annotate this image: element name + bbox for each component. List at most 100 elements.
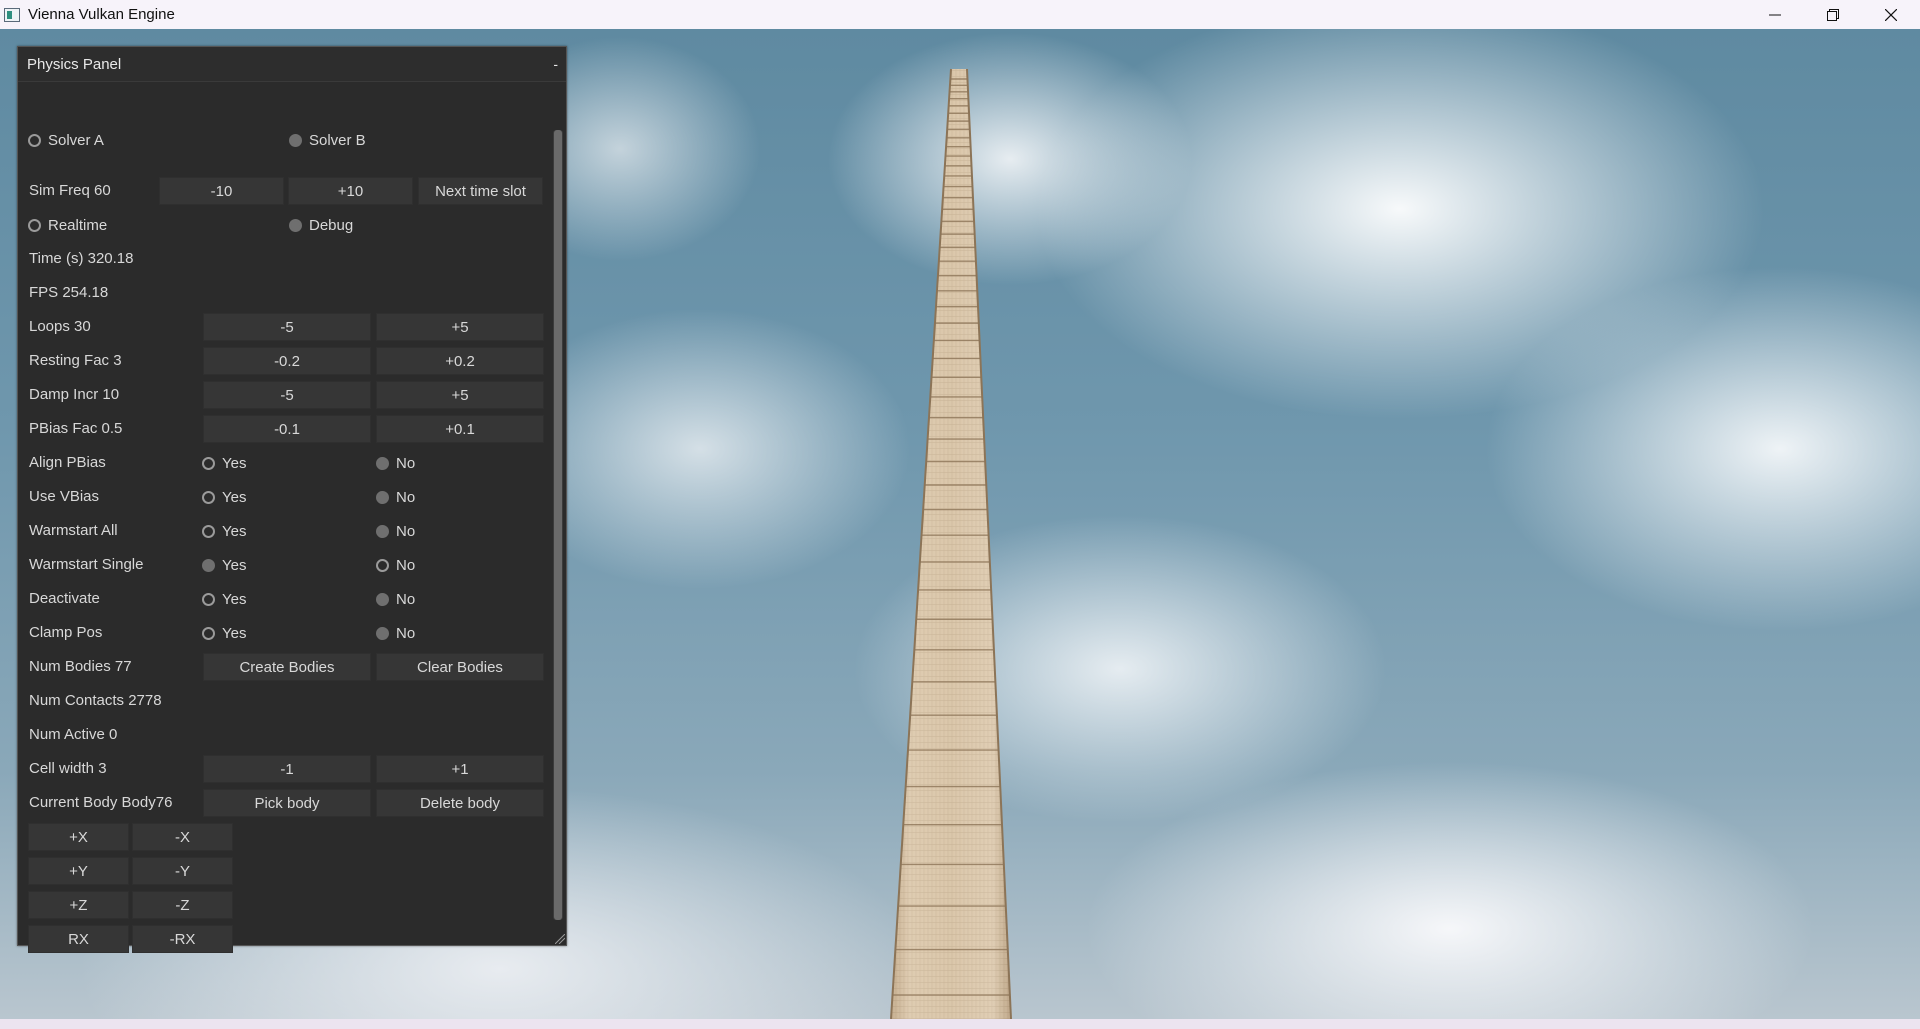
minimize-icon [1769,14,1781,15]
sim-freq-label: Sim Freq 60 [29,182,111,199]
toggle-no-radio[interactable]: No [376,484,415,510]
window-title: Vienna Vulkan Engine [28,6,175,23]
radio-dot-icon [202,490,215,504]
current-body-label: Current Body Body76 [29,794,173,811]
toggle-yes-radio-label: Yes [222,624,247,642]
move-neg-button[interactable]: -Y [132,857,233,885]
num-bodies-label: Num Bodies 77 [29,658,132,675]
restore-icon [1827,8,1839,21]
sim-freq-inc-button[interactable]: +10 [288,177,413,205]
solver-b-radio-label: Solver B [309,131,366,149]
toggle-no-radio-label: No [396,624,416,642]
param-label: Loops 30 [29,318,91,335]
move-neg-button[interactable]: -Z [132,891,233,919]
create-bodies-button[interactable]: Create Bodies [203,653,371,681]
solver-a-radio[interactable]: Solver A [28,127,104,153]
toggle-yes-radio[interactable]: Yes [202,484,246,510]
param-dec-button[interactable]: -0.2 [203,347,371,375]
panel-header[interactable]: Physics Panel - [18,47,566,82]
restore-button[interactable] [1804,0,1862,29]
toggle-no-radio-label: No [396,488,416,506]
toggle-label: Warmstart All [29,522,118,539]
pick-body-button[interactable]: Pick body [203,789,371,817]
realtime-radio-label: Realtime [48,216,108,234]
panel-collapse-button[interactable]: - [553,56,558,72]
param-dec-button[interactable]: -5 [203,381,371,409]
toggle-label: Warmstart Single [29,556,144,573]
clear-bodies-button[interactable]: Clear Bodies [376,653,544,681]
toggle-no-radio[interactable]: No [376,586,415,612]
radio-dot-icon [202,592,215,606]
toggle-yes-radio[interactable]: Yes [202,450,246,476]
param-label: Damp Incr 10 [29,386,120,403]
close-icon [1885,8,1897,21]
move-neg-button[interactable]: -X [132,823,233,851]
bottom-strip [0,1019,1920,1029]
move-pos-button[interactable]: +X [28,823,129,851]
toggle-yes-radio-label: Yes [222,522,247,540]
close-button[interactable] [1862,0,1920,29]
delete-body-button[interactable]: Delete body [376,789,544,817]
radio-dot-icon [376,626,389,640]
toggle-yes-radio[interactable]: Yes [202,518,246,544]
panel-title: Physics Panel [27,55,122,73]
toggle-yes-radio[interactable]: Yes [202,552,246,578]
title-bar: Vienna Vulkan Engine [0,0,1920,30]
param-label: Resting Fac 3 [29,352,122,369]
radio-dot-icon [376,456,389,470]
move-pos-button[interactable]: RX [28,925,129,953]
next-time-slot-button[interactable]: Next time slot [418,177,543,205]
debug-radio-label: Debug [309,216,354,234]
param-inc-button[interactable]: +0.2 [376,347,544,375]
radio-dot-icon [202,456,215,470]
radio-dot-icon [289,133,302,147]
window-controls [1746,0,1920,29]
toggle-no-radio-label: No [396,590,416,608]
num-contacts-label: Num Contacts 2778 [29,692,162,709]
toggle-no-radio[interactable]: No [376,620,415,646]
radio-dot-icon [202,524,215,538]
toggle-yes-radio-label: Yes [222,556,247,574]
minimize-button[interactable] [1746,0,1804,29]
realtime-radio[interactable]: Realtime [28,212,107,238]
panel-scrollbar[interactable] [553,130,563,920]
toggle-no-radio-label: No [396,454,416,472]
param-inc-button[interactable]: +5 [376,313,544,341]
fps-readout: FPS 254.18 [29,284,109,301]
cell-width-inc-button[interactable]: +1 [376,755,544,783]
param-dec-button[interactable]: -0.1 [203,415,371,443]
toggle-no-radio[interactable]: No [376,518,415,544]
toggle-no-radio-label: No [396,556,416,574]
param-dec-button[interactable]: -5 [203,313,371,341]
toggle-label: Align PBias [29,454,106,471]
cell-width-dec-button[interactable]: -1 [203,755,371,783]
param-inc-button[interactable]: +5 [376,381,544,409]
param-label: PBias Fac 0.5 [29,420,123,437]
move-pos-button[interactable]: +Z [28,891,129,919]
toggle-yes-radio-label: Yes [222,488,247,506]
radio-dot-icon [376,490,389,504]
solver-b-radio[interactable]: Solver B [289,127,366,153]
move-pos-button[interactable]: +Y [28,857,129,885]
toggle-yes-radio[interactable]: Yes [202,620,246,646]
toggle-no-radio[interactable]: No [376,552,415,578]
radio-dot-icon [376,524,389,538]
scrollbar-thumb[interactable] [554,130,562,920]
param-inc-button[interactable]: +0.1 [376,415,544,443]
sim-freq-dec-button[interactable]: -10 [159,177,284,205]
radio-dot-icon [376,592,389,606]
move-neg-button[interactable]: -RX [132,925,233,953]
toggle-no-radio-label: No [396,522,416,540]
toggle-no-radio[interactable]: No [376,450,415,476]
toggle-yes-radio[interactable]: Yes [202,586,246,612]
resize-grip-icon[interactable] [555,934,565,944]
solver-a-radio-label: Solver A [48,131,104,149]
toggle-yes-radio-label: Yes [222,590,247,608]
toggle-yes-radio-label: Yes [222,454,247,472]
time-readout: Time (s) 320.18 [29,250,134,267]
toggle-label: Deactivate [29,590,100,607]
physics-panel: Physics Panel - Solver A Solver B Sim Freq… [17,46,567,953]
toggle-label: Use VBias [29,488,100,505]
num-active-label: Num Active 0 [29,726,118,743]
debug-radio[interactable]: Debug [289,212,353,238]
